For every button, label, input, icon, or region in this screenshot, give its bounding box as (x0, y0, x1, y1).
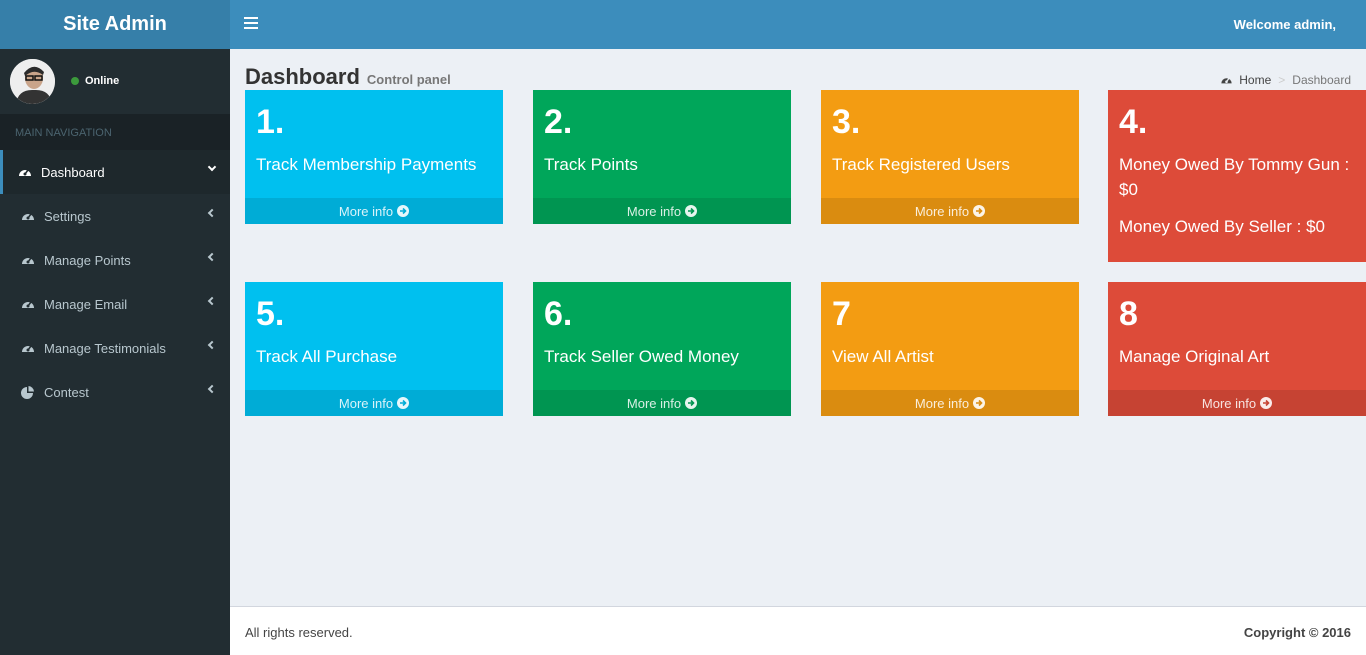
online-label: Online (85, 75, 120, 87)
breadcrumb: Home > Dashboard (1220, 73, 1351, 87)
sidebar-item-label: Settings (44, 208, 91, 224)
more-info-link[interactable]: More info (245, 198, 503, 224)
box-manage-original-art: 8 Manage Original Art More info (1108, 282, 1366, 416)
welcome-text[interactable]: Welcome admin, (1234, 17, 1336, 32)
nav-header: MAIN NAVIGATION (0, 114, 230, 150)
arrow-circle-right-icon (973, 205, 986, 217)
dashboard-icon (22, 301, 34, 308)
breadcrumb-current: Dashboard (1292, 73, 1351, 87)
chevron-down-icon (207, 162, 217, 172)
chevron-left-icon (207, 252, 217, 262)
more-info-label: More info (338, 203, 394, 219)
dashboard-icon (22, 257, 34, 264)
box-number: 8 (1119, 295, 1138, 333)
box-track-seller-owed-money: 6. Track Seller Owed Money More info (533, 282, 791, 416)
sidebar-toggle-icon[interactable] (244, 17, 258, 31)
page-subtitle: Control panel (366, 72, 451, 87)
dashboard-icon (19, 169, 31, 176)
more-info-label: More info (1201, 395, 1257, 411)
box-number: 1. (256, 103, 285, 141)
box-number: 3. (832, 103, 861, 141)
arrow-circle-right-icon (973, 397, 986, 409)
box-title: Track Points (544, 155, 638, 174)
dashboard-icon (22, 213, 34, 220)
arrow-circle-right-icon (685, 397, 698, 409)
sidebar-item-manage-email[interactable]: Manage Email (0, 282, 230, 326)
box-title: Track Membership Payments (256, 155, 477, 174)
more-info-label: More info (626, 395, 682, 411)
arrow-circle-right-icon (397, 397, 410, 409)
user-panel: Online (0, 49, 230, 114)
money-owed-seller: Money Owed By Seller : $0 (1119, 217, 1325, 236)
box-title: Track All Purchase (256, 347, 398, 366)
box-track-membership-payments: 1. Track Membership Payments More info (245, 90, 503, 224)
sidebar-item-manage-points[interactable]: Manage Points (0, 238, 230, 282)
money-owed-tommy-gun-value: $0 (1119, 180, 1138, 199)
sidebar-item-contest[interactable]: Contest (0, 370, 230, 414)
box-number: 2. (544, 103, 573, 141)
sidebar-item-label: Contest (44, 384, 89, 400)
online-status: Online (71, 75, 119, 87)
more-info-link[interactable]: More info (821, 198, 1079, 224)
more-info-link[interactable]: More info (245, 390, 503, 416)
arrow-circle-right-icon (397, 205, 410, 217)
sidebar: Online MAIN NAVIGATION Dashboard Setting… (0, 49, 230, 655)
chevron-left-icon (207, 384, 217, 394)
box-track-all-purchase: 5. Track All Purchase More info (245, 282, 503, 416)
sidebar-item-dashboard[interactable]: Dashboard (0, 150, 230, 194)
dashboard-icon (22, 345, 34, 352)
footer-rights: All rights reserved. (245, 625, 353, 640)
more-info-link[interactable]: More info (821, 390, 1079, 416)
box-number: 6. (544, 295, 573, 333)
arrow-circle-right-icon (1260, 397, 1273, 409)
box-view-all-artist: 7 View All Artist More info (821, 282, 1079, 416)
breadcrumb-separator: > (1278, 73, 1286, 87)
box-title: Track Registered Users (832, 155, 1010, 174)
more-info-link[interactable]: More info (1108, 390, 1366, 416)
more-info-label: More info (914, 203, 970, 219)
site-logo[interactable]: Site Admin (0, 0, 230, 49)
content-header: Dashboard Control panel Home > Dashboard (245, 64, 1351, 90)
arrow-circle-right-icon (685, 205, 698, 217)
more-info-label: More info (626, 203, 682, 219)
online-dot-icon (71, 77, 79, 85)
chevron-left-icon (207, 296, 217, 306)
sidebar-item-settings[interactable]: Settings (0, 194, 230, 238)
box-number: 7 (832, 295, 851, 333)
sidebar-item-label: Manage Points (44, 252, 131, 268)
sidebar-item-manage-testimonials[interactable]: Manage Testimonials (0, 326, 230, 370)
sidebar-item-label: Manage Email (44, 296, 128, 312)
box-title: Track Seller Owed Money (544, 347, 739, 366)
box-money-owed: 4. Money Owed By Tommy Gun : $0 Money Ow… (1108, 90, 1366, 262)
box-track-registered-users: 3. Track Registered Users More info (821, 90, 1079, 224)
footer-copyright: Copyright © 2016 (1243, 625, 1351, 640)
box-number: 5. (256, 295, 285, 333)
page-footer: All rights reserved. Copyright © 2016 (230, 606, 1366, 655)
avatar (10, 59, 55, 104)
box-title: View All Artist (832, 347, 934, 366)
dashboard-icon (1221, 77, 1232, 84)
top-navbar: Welcome admin, (230, 0, 1366, 49)
pie-chart-icon (21, 386, 34, 399)
box-title: Manage Original Art (1119, 347, 1270, 366)
more-info-label: More info (914, 395, 970, 411)
chevron-left-icon (207, 208, 217, 218)
sidebar-item-label: Dashboard (41, 164, 105, 180)
box-track-points: 2. Track Points More info (533, 90, 791, 224)
page-title: Dashboard Control panel (245, 64, 451, 89)
box-number: 4. (1119, 103, 1148, 141)
more-info-link[interactable]: More info (533, 390, 791, 416)
sidebar-item-label: Manage Testimonials (44, 340, 166, 356)
chevron-left-icon (207, 340, 217, 350)
breadcrumb-home-label: Home (1239, 73, 1272, 87)
breadcrumb-home[interactable]: Home (1220, 73, 1271, 87)
page-title-text: Dashboard (245, 64, 360, 89)
money-owed-tommy-gun: Money Owed By Tommy Gun : (1119, 155, 1350, 174)
more-info-label: More info (338, 395, 394, 411)
more-info-link[interactable]: More info (533, 198, 791, 224)
